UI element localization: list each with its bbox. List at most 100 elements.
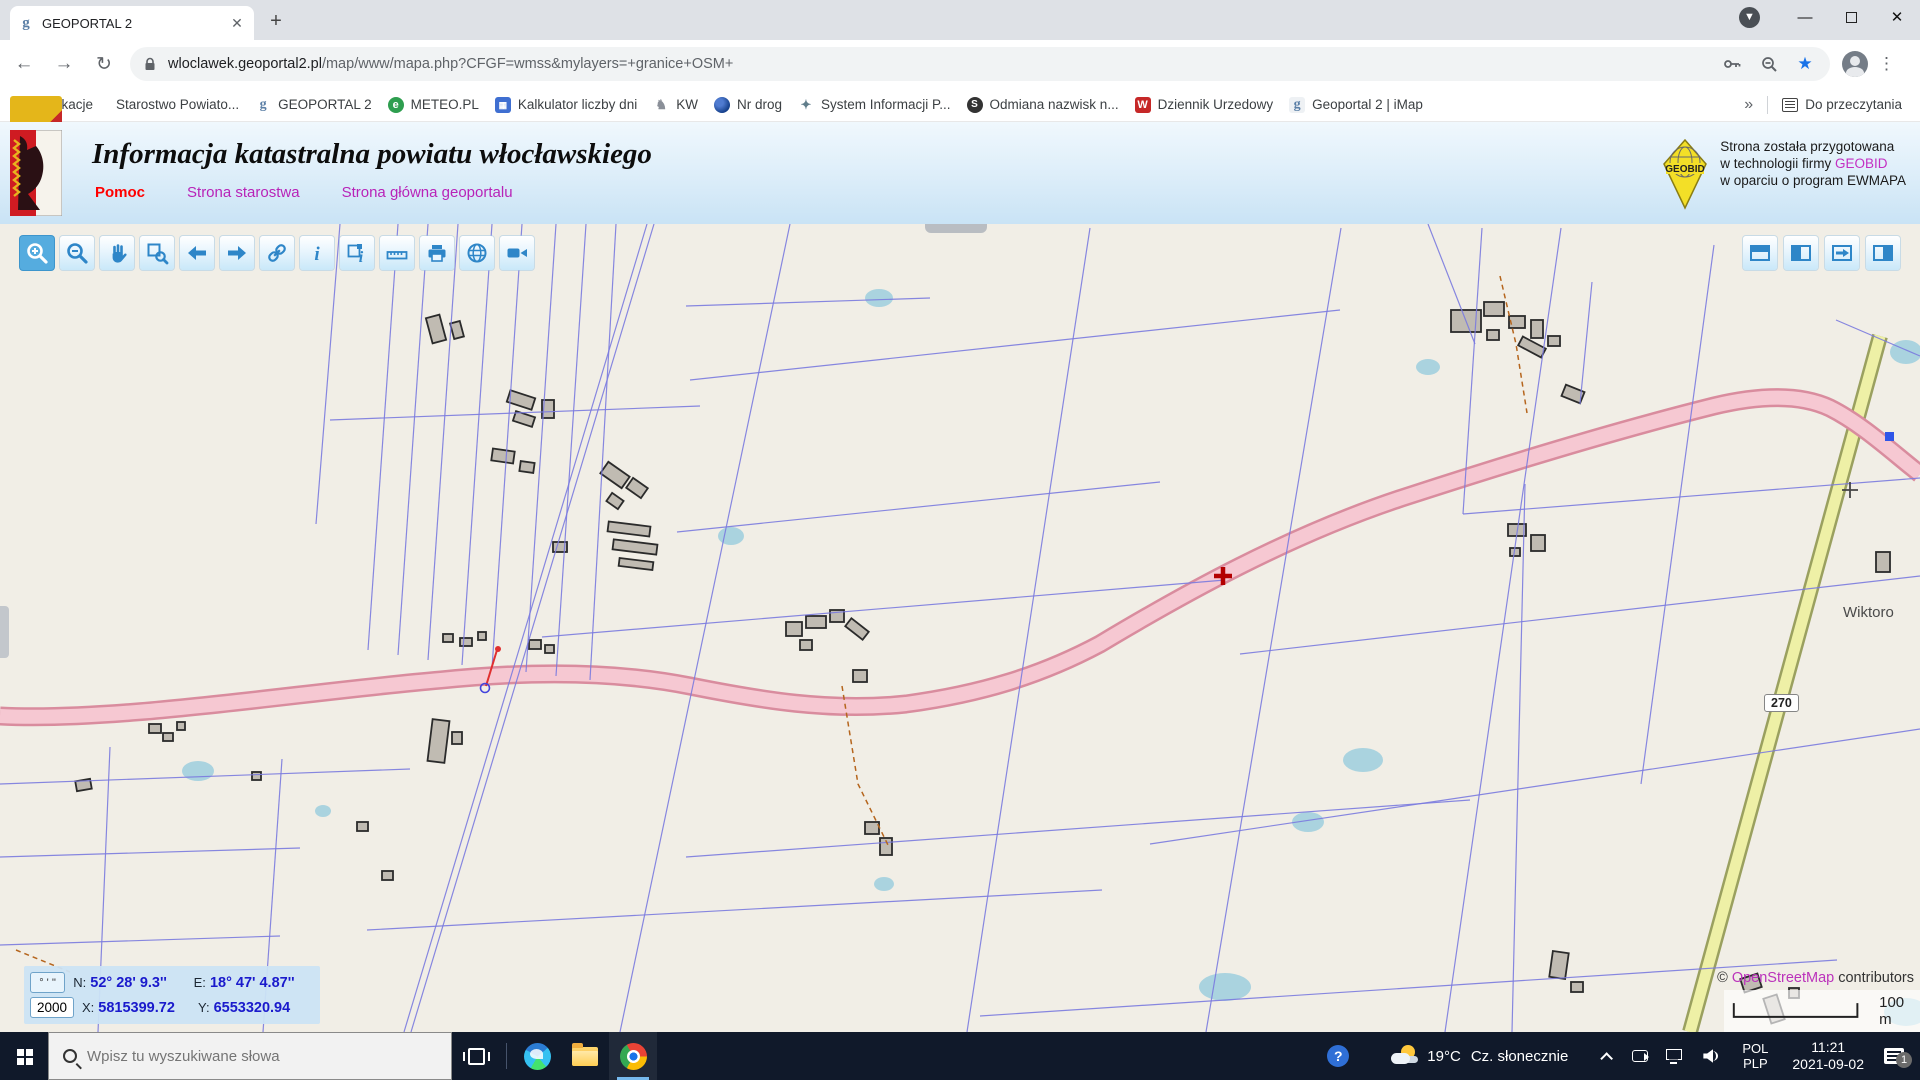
header-link[interactable]: Strona starostwa xyxy=(187,184,300,201)
globe-button[interactable] xyxy=(460,236,494,270)
bookmark-item[interactable]: Nr drog xyxy=(713,96,782,113)
parcel-line xyxy=(1579,281,1593,405)
zoom-in-button[interactable] xyxy=(20,236,54,270)
map-canvas[interactable]: ii Wiktoro 270 ° ' '' N: 52° 28' 9.3'' E:… xyxy=(0,224,1920,1032)
parcel-line xyxy=(555,224,587,677)
building xyxy=(805,615,827,629)
select-info-button[interactable]: i xyxy=(340,236,374,270)
info-button[interactable]: i xyxy=(300,236,334,270)
bookmark-item[interactable]: Starostwo Powiato... xyxy=(10,96,239,182)
bookmark-star-icon[interactable]: ★ xyxy=(1792,51,1818,77)
close-button[interactable]: ✕ xyxy=(1874,0,1920,34)
panel-top-button[interactable] xyxy=(1743,236,1777,270)
back-arrow-button[interactable] xyxy=(180,236,214,270)
bookmark-item[interactable]: ✦ System Informacji P... xyxy=(797,96,951,113)
tray-expand-icon[interactable] xyxy=(1600,1051,1614,1065)
bookmark-label: KW xyxy=(676,97,698,112)
maximize-button[interactable] xyxy=(1828,0,1874,34)
profile-avatar[interactable] xyxy=(1842,51,1868,77)
measure-button[interactable] xyxy=(380,236,414,270)
scale-input[interactable] xyxy=(30,997,74,1018)
credit-block: GEOBID Strona została przygotowana w tec… xyxy=(1662,138,1906,210)
parcel-line xyxy=(676,481,1161,533)
print-button[interactable] xyxy=(420,236,454,270)
kw-favicon: ♞ xyxy=(653,96,670,113)
taskbar-weather[interactable]: 19°C Cz. słonecznie xyxy=(1391,1045,1568,1067)
notification-center-icon[interactable]: 1 xyxy=(1884,1048,1912,1068)
browser-tab[interactable]: g GEOPORTAL 2 ✕ xyxy=(10,6,254,40)
system-tray: 19°C Cz. słonecznie POLPLP 11:212021-09-… xyxy=(1327,1032,1920,1080)
credit-line-1: Strona została przygotowana xyxy=(1720,139,1895,154)
zoom-out-page-icon[interactable] xyxy=(1756,51,1782,77)
panel-arrow-right-button[interactable] xyxy=(1825,236,1859,270)
bookmark-label: Nr drog xyxy=(736,97,782,112)
password-key-icon[interactable] xyxy=(1720,51,1746,77)
bookmark-item[interactable]: g GEOPORTAL 2 xyxy=(255,96,372,113)
parcel-line xyxy=(1462,477,1920,515)
osm-link[interactable]: OpenStreetMap xyxy=(1732,970,1834,986)
building xyxy=(1875,551,1891,573)
minimize-button[interactable]: — xyxy=(1782,0,1828,34)
building xyxy=(424,313,448,345)
help-icon[interactable] xyxy=(1327,1045,1350,1067)
start-button[interactable] xyxy=(0,1032,48,1080)
task-view-button[interactable] xyxy=(452,1032,500,1080)
zoom-out-button[interactable] xyxy=(60,236,94,270)
tab-close-icon[interactable]: ✕ xyxy=(228,14,246,32)
url-field[interactable]: wloclawek.geoportal2.pl/map/www/mapa.php… xyxy=(130,47,1830,81)
building xyxy=(1570,981,1584,993)
left-panel-handle[interactable] xyxy=(0,606,9,658)
bookmark-item[interactable]: ▦ Kalkulator liczby dni xyxy=(494,96,637,113)
browser-update-icon[interactable]: ▼ xyxy=(1739,6,1760,28)
search-input[interactable] xyxy=(87,1047,427,1065)
video-button[interactable] xyxy=(500,236,534,270)
back-button[interactable]: ← xyxy=(8,48,40,80)
header-link[interactable]: Strona główna geoportalu xyxy=(342,184,513,201)
bookmark-item[interactable]: W Dziennik Urzedowy xyxy=(1134,96,1273,113)
taskbar-chrome-active[interactable] xyxy=(609,1032,657,1080)
dms-toggle-button[interactable]: ° ' '' xyxy=(30,972,66,993)
forward-button[interactable]: → xyxy=(48,48,80,80)
info-icon: i xyxy=(314,244,320,265)
dz-favicon: W xyxy=(1134,96,1151,113)
building xyxy=(162,732,174,742)
panel-left-button[interactable] xyxy=(1784,236,1818,270)
panel-right-button[interactable] xyxy=(1866,236,1900,270)
geobid-link[interactable]: GEOBID xyxy=(1835,156,1888,171)
building xyxy=(599,460,631,490)
taskbar-file-explorer[interactable] xyxy=(561,1032,609,1080)
pan-hand-button[interactable] xyxy=(100,236,134,270)
header-link[interactable]: Pomoc xyxy=(95,184,145,201)
taskbar-edge[interactable] xyxy=(513,1032,561,1080)
browser-menu-icon[interactable]: ⋮ xyxy=(1878,54,1896,74)
taskbar-clock[interactable]: 11:21 2021-09-02 xyxy=(1792,1039,1864,1073)
bookmark-item[interactable]: e METEO.PL xyxy=(387,96,479,113)
forward-arrow-button[interactable] xyxy=(220,236,254,270)
top-panel-handle[interactable] xyxy=(925,224,987,233)
building xyxy=(864,821,880,835)
link-button[interactable] xyxy=(260,236,294,270)
task-view-icon xyxy=(462,1047,490,1065)
bookmark-item[interactable]: ♞ KW xyxy=(653,96,698,113)
blue-marker xyxy=(1885,432,1894,441)
volume-icon[interactable] xyxy=(1703,1049,1719,1063)
bookmarks-overflow-icon[interactable]: » xyxy=(1744,96,1753,114)
language-indicator[interactable]: POL PLP xyxy=(1742,1041,1768,1071)
bookmark-item[interactable]: S Odmiana nazwisk n... xyxy=(966,96,1119,113)
panel-arrow-right-icon xyxy=(1832,245,1852,261)
divider xyxy=(506,1043,507,1069)
taskbar-search[interactable] xyxy=(48,1032,452,1080)
zoom-extent-button[interactable] xyxy=(140,236,174,270)
reading-list-button[interactable]: Do przeczytania xyxy=(1782,97,1902,112)
network-icon[interactable] xyxy=(1666,1048,1683,1064)
bookmark-label: System Informacji P... xyxy=(820,97,951,112)
new-tab-button[interactable]: + xyxy=(262,8,290,36)
reload-button[interactable]: ↻ xyxy=(88,48,120,80)
weather-desc: Cz. słonecznie xyxy=(1470,1047,1569,1065)
meet-now-icon[interactable] xyxy=(1632,1050,1650,1062)
window-controls: ▼ — ✕ xyxy=(1739,0,1920,34)
building xyxy=(611,538,659,556)
credit-line-3: w oparciu o program EWMAPA xyxy=(1720,173,1906,188)
bookmark-item[interactable]: g Geoportal 2 | iMap xyxy=(1289,96,1423,113)
building xyxy=(1483,301,1505,317)
